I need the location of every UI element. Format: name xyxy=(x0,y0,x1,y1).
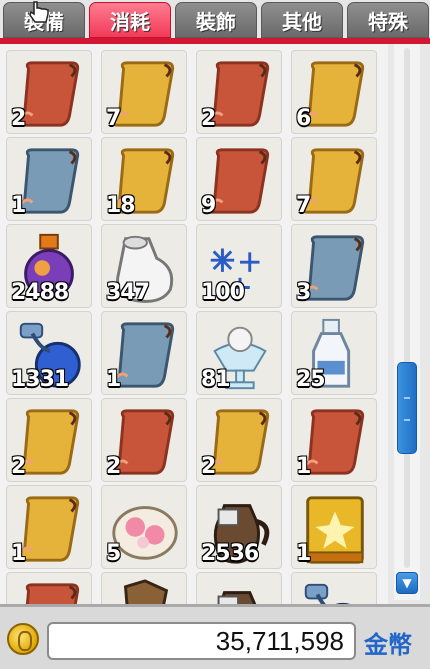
item-quantity: 2 xyxy=(201,106,216,131)
jug-icon xyxy=(217,591,257,604)
item-quantity: 1 xyxy=(296,541,311,566)
inventory-slot[interactable]: 9 xyxy=(196,137,282,221)
tab-decor[interactable]: 裝飾 xyxy=(175,2,257,38)
inventory-slot[interactable]: 2 xyxy=(101,398,187,482)
coin-icon xyxy=(7,623,39,655)
item-quantity: 1331 xyxy=(11,367,69,392)
inventory-slot[interactable]: 7 xyxy=(101,50,187,134)
inventory-slot[interactable] xyxy=(196,572,282,604)
inventory-slot[interactable]: 1 xyxy=(6,137,92,221)
item-quantity: 9 xyxy=(201,193,216,218)
inventory-slot[interactable]: 1331 xyxy=(6,311,92,395)
inventory-slot[interactable] xyxy=(6,572,92,604)
item-quantity: 7 xyxy=(106,106,121,131)
scroll-down-button[interactable]: ▼ xyxy=(396,572,418,594)
scroll-thumb[interactable] xyxy=(397,362,417,454)
inventory-slot[interactable]: 2 xyxy=(6,398,92,482)
tab-etc[interactable]: 其他 xyxy=(261,2,343,38)
inventory-slot[interactable]: 2 xyxy=(6,50,92,134)
item-quantity: 3 xyxy=(296,280,311,305)
inventory-slot[interactable]: 2 xyxy=(196,398,282,482)
item-quantity: 1 xyxy=(11,193,26,218)
item-quantity: 5 xyxy=(106,541,121,566)
inventory-slot[interactable] xyxy=(101,572,187,604)
inventory-slot[interactable]: 25 xyxy=(291,311,377,395)
item-quantity: 1 xyxy=(296,454,311,479)
blue-potion-icon xyxy=(304,583,350,604)
brown-item-icon xyxy=(123,579,169,604)
item-quantity: 6 xyxy=(296,106,311,131)
red-scroll-icon xyxy=(25,583,80,604)
tab-consume[interactable]: 消耗 xyxy=(89,2,171,38)
scrollbar[interactable]: ▼ xyxy=(394,44,420,600)
inventory-slot[interactable]: 1 xyxy=(291,398,377,482)
item-quantity: 1 xyxy=(11,541,26,566)
inventory-slot[interactable]: 2 xyxy=(196,50,282,134)
inventory-slot[interactable]: 3 xyxy=(291,224,377,308)
item-quantity: 100 xyxy=(201,280,245,305)
inventory-slot[interactable]: 1 xyxy=(6,485,92,569)
inventory-slot[interactable]: 2488 xyxy=(6,224,92,308)
inventory-slot[interactable]: 18 xyxy=(101,137,187,221)
item-quantity: 2 xyxy=(11,106,26,131)
money-label: 金幣 xyxy=(364,631,412,659)
inventory-slot[interactable]: 6 xyxy=(291,50,377,134)
hand-cursor-icon xyxy=(29,1,49,23)
item-quantity: 2536 xyxy=(201,541,259,566)
item-quantity: 2488 xyxy=(11,280,69,305)
inventory-grid: 2 7 2 6 1 18 9 7 2488 347 100 3 1331 1 81 25 2 2 2 1 1 5 2536 1 xyxy=(0,44,388,604)
money-field: 35,711,598 xyxy=(47,622,356,660)
tab-special[interactable]: 特殊 xyxy=(347,2,429,38)
item-quantity: 81 xyxy=(201,367,231,392)
tab-bar: 裝備 消耗 裝飾 其他 特殊 xyxy=(0,0,430,40)
inventory-slot[interactable]: 100 xyxy=(196,224,282,308)
inventory-slot[interactable]: 347 xyxy=(101,224,187,308)
inventory-slot[interactable]: 81 xyxy=(196,311,282,395)
item-quantity: 2 xyxy=(11,454,26,479)
item-quantity: 18 xyxy=(106,193,136,218)
item-quantity: 7 xyxy=(296,193,311,218)
inventory-slot[interactable]: 7 xyxy=(291,137,377,221)
item-quantity: 25 xyxy=(296,367,326,392)
inventory-slot[interactable]: 2536 xyxy=(196,485,282,569)
inventory-slot[interactable]: 1 xyxy=(101,311,187,395)
item-quantity: 2 xyxy=(201,454,216,479)
item-quantity: 2 xyxy=(106,454,121,479)
inventory-slot[interactable]: 5 xyxy=(101,485,187,569)
inventory-slot[interactable]: 1 xyxy=(291,485,377,569)
inventory-slot[interactable] xyxy=(291,572,377,604)
item-quantity: 1 xyxy=(106,367,121,392)
item-quantity: 347 xyxy=(106,280,150,305)
scroll-track xyxy=(404,48,410,568)
money-bar: 35,711,598 金幣 xyxy=(0,604,430,669)
